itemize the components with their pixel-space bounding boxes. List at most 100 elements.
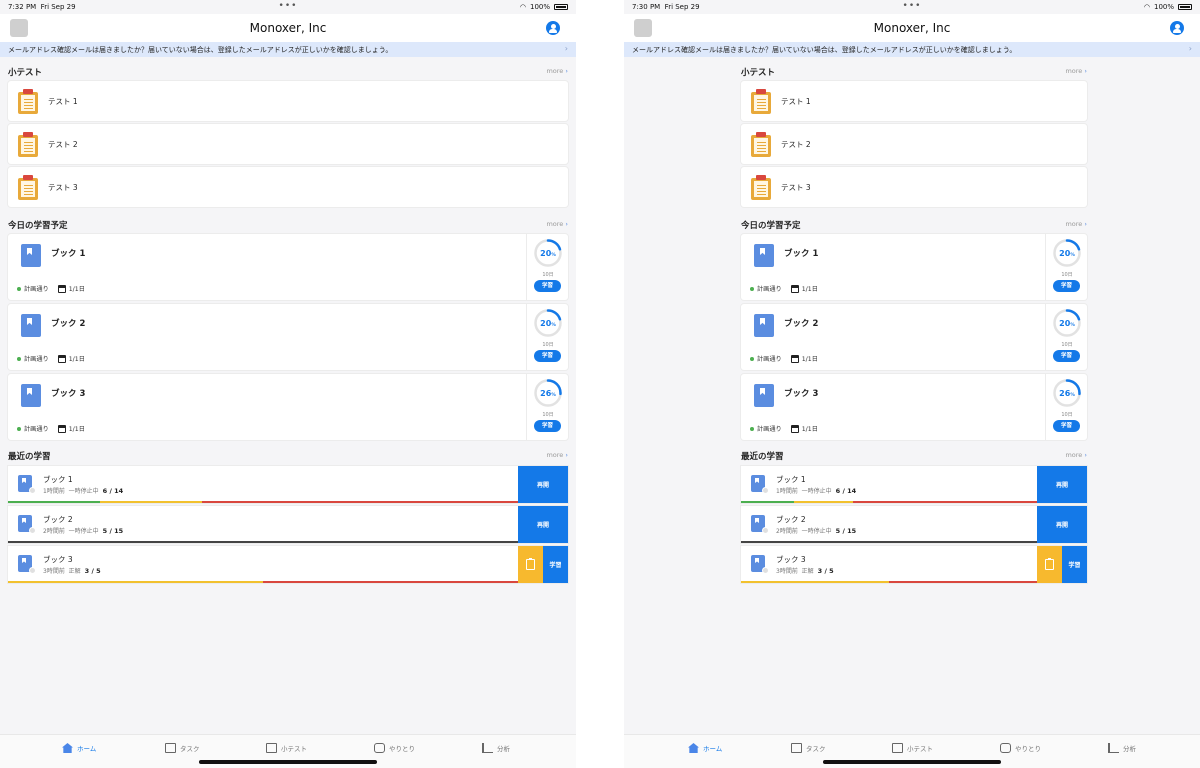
tab-analytics[interactable]: 分析 bbox=[482, 743, 510, 753]
tab-home[interactable]: ホーム bbox=[688, 743, 722, 753]
chevron-right-icon: › bbox=[1084, 220, 1087, 228]
quiz-card[interactable]: テスト 1 bbox=[8, 81, 568, 121]
quiz-label: テスト 1 bbox=[781, 97, 811, 106]
page-title: Monoxer, Inc bbox=[873, 21, 951, 35]
battery-percent: 100% bbox=[529, 3, 550, 11]
recent-card[interactable]: ブック 3 3時間前 正解 3 / 5 学習 bbox=[741, 546, 1087, 583]
tab-home[interactable]: ホーム bbox=[62, 743, 96, 753]
clipboard-icon bbox=[750, 175, 772, 200]
quiz-button[interactable] bbox=[1037, 546, 1062, 583]
account-icon[interactable] bbox=[546, 21, 560, 35]
schedule-section-header: 今日の学習予定 more › bbox=[741, 210, 1087, 234]
progress-panel: 20% 10日 学習 bbox=[526, 304, 568, 370]
quiz-button[interactable] bbox=[518, 546, 543, 583]
study-button[interactable]: 学習 bbox=[534, 280, 561, 292]
multitask-dots[interactable]: ••• bbox=[279, 1, 298, 11]
tab-quiz[interactable]: 小テスト bbox=[892, 743, 933, 753]
wifi-icon: ◠ bbox=[519, 3, 526, 11]
progress-percent: 20% bbox=[1059, 319, 1075, 328]
quiz-card[interactable]: テスト 3 bbox=[8, 167, 568, 207]
book-title: ブック 2 bbox=[784, 319, 819, 329]
recent-card[interactable]: ブック 1 1時間前 一時停止中 6 / 14 再開 bbox=[8, 466, 568, 503]
schedule-card[interactable]: ブック 1 計画通り 1/1日 20% 10日 学習 bbox=[8, 234, 568, 300]
progress-percent: 20% bbox=[540, 249, 556, 258]
tab-chat[interactable]: やりとり bbox=[1000, 743, 1041, 753]
recent-card[interactable]: ブック 3 3時間前 正解 3 / 5 学習 bbox=[8, 546, 568, 583]
progress-panel: 26% 10日 学習 bbox=[1045, 374, 1087, 440]
study-button[interactable]: 学習 bbox=[534, 420, 561, 432]
tab-bar: ホーム タスク 小テスト やりとり 分析 bbox=[0, 734, 576, 768]
quiz-card[interactable]: テスト 2 bbox=[741, 124, 1087, 164]
schedule-card[interactable]: ブック 2 計画通り 1/1日 20% 10日 学習 bbox=[741, 304, 1087, 370]
quiz-label: テスト 2 bbox=[48, 140, 78, 149]
recent-progress-bar bbox=[741, 501, 1037, 503]
day-label: 10日 bbox=[1061, 412, 1073, 418]
book-title: ブック 2 bbox=[51, 319, 86, 329]
book-title: ブック 1 bbox=[784, 249, 819, 259]
home-indicator[interactable] bbox=[823, 760, 1001, 764]
status-dot-icon bbox=[750, 426, 754, 431]
recent-card[interactable]: ブック 2 2時間前 一時停止中 5 / 15 再開 bbox=[741, 506, 1087, 543]
resume-button[interactable]: 再開 bbox=[518, 466, 568, 503]
lock-icon bbox=[29, 487, 36, 494]
progress-panel: 20% 10日 学習 bbox=[1045, 304, 1087, 370]
schedule-card[interactable]: ブック 3 計画通り 1/1日 26% 10日 学習 bbox=[8, 374, 568, 440]
more-link[interactable]: more › bbox=[1065, 451, 1087, 459]
email-confirm-banner[interactable]: メールアドレス確認メールは届きましたか？届いていない場合は、登録したメールアドレ… bbox=[0, 42, 576, 57]
lock-icon bbox=[762, 527, 769, 534]
tab-task[interactable]: タスク bbox=[165, 743, 200, 753]
more-link[interactable]: more › bbox=[1065, 220, 1087, 228]
progress-percent: 20% bbox=[1059, 249, 1075, 258]
account-icon[interactable] bbox=[1170, 21, 1184, 35]
schedule-section-header: 今日の学習予定 more › bbox=[8, 210, 568, 234]
quiz-label: テスト 1 bbox=[48, 97, 78, 106]
study-button[interactable]: 学習 bbox=[543, 546, 568, 583]
tab-quiz[interactable]: 小テスト bbox=[266, 743, 307, 753]
study-button[interactable]: 学習 bbox=[1053, 350, 1080, 362]
tab-analytics[interactable]: 分析 bbox=[1108, 743, 1136, 753]
quiz-card[interactable]: テスト 1 bbox=[741, 81, 1087, 121]
home-indicator[interactable] bbox=[199, 760, 377, 764]
recent-card[interactable]: ブック 1 1時間前 一時停止中 6 / 14 再開 bbox=[741, 466, 1087, 503]
book-title: ブック 1 bbox=[51, 249, 86, 259]
schedule-card[interactable]: ブック 3 計画通り 1/1日 26% 10日 学習 bbox=[741, 374, 1087, 440]
quiz-card[interactable]: テスト 3 bbox=[741, 167, 1087, 207]
schedule-card[interactable]: ブック 2 計画通り 1/1日 20% 10日 学習 bbox=[8, 304, 568, 370]
calendar-icon bbox=[790, 284, 799, 293]
study-button[interactable]: 学習 bbox=[1053, 420, 1080, 432]
progress-percent: 26% bbox=[540, 389, 556, 398]
more-link[interactable]: more › bbox=[546, 220, 568, 228]
lock-icon bbox=[762, 567, 769, 574]
progress-segment bbox=[99, 501, 202, 503]
resume-button[interactable]: 再開 bbox=[1037, 506, 1087, 543]
plan-status: 計画通り 1/1日 bbox=[17, 424, 85, 433]
book-icon bbox=[18, 475, 36, 494]
multitask-dots[interactable]: ••• bbox=[903, 1, 922, 11]
recent-meta: 3時間前 正解 3 / 5 bbox=[43, 567, 101, 575]
battery-icon bbox=[1178, 4, 1192, 10]
quiz-card[interactable]: テスト 2 bbox=[8, 124, 568, 164]
schedule-card[interactable]: ブック 1 計画通り 1/1日 20% 10日 学習 bbox=[741, 234, 1087, 300]
study-button[interactable]: 学習 bbox=[534, 350, 561, 362]
study-button[interactable]: 学習 bbox=[1062, 546, 1087, 583]
study-button[interactable]: 学習 bbox=[1053, 280, 1080, 292]
tab-task[interactable]: タスク bbox=[791, 743, 826, 753]
email-confirm-banner[interactable]: メールアドレス確認メールは届きましたか？届いていない場合は、登録したメールアドレ… bbox=[624, 42, 1200, 57]
clipboard-icon bbox=[17, 175, 39, 200]
calendar-icon bbox=[57, 354, 66, 363]
recent-progress-bar bbox=[8, 581, 518, 583]
tab-chat[interactable]: やりとり bbox=[374, 743, 415, 753]
book-icon bbox=[754, 244, 774, 267]
resume-button[interactable]: 再開 bbox=[518, 506, 568, 543]
recent-card[interactable]: ブック 2 2時間前 一時停止中 5 / 15 再開 bbox=[8, 506, 568, 543]
resume-button[interactable]: 再開 bbox=[1037, 466, 1087, 503]
progress-segment bbox=[794, 501, 854, 503]
more-link[interactable]: more › bbox=[546, 451, 568, 459]
clipboard-icon bbox=[526, 558, 535, 570]
more-link[interactable]: more › bbox=[546, 67, 568, 75]
section-title: 最近の学習 bbox=[741, 452, 784, 462]
status-right: ◠ 100% bbox=[1144, 3, 1192, 11]
more-link[interactable]: more › bbox=[1065, 67, 1087, 75]
plan-status: 計画通り 1/1日 bbox=[17, 354, 85, 363]
calendar-icon bbox=[57, 284, 66, 293]
